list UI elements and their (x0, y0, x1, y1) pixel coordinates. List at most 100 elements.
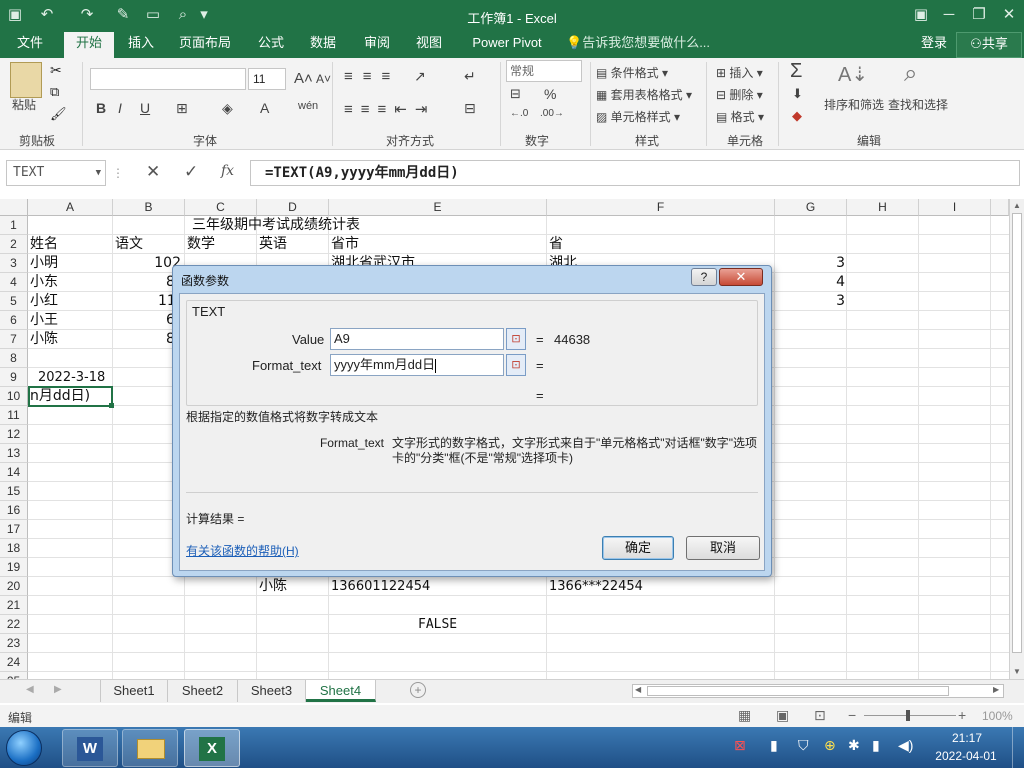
clear-icon[interactable]: ◆ (792, 108, 802, 124)
row-header[interactable]: 7 (0, 330, 28, 349)
normal-view-icon[interactable]: ▦ (738, 707, 751, 724)
cell-g3[interactable]: 3 (775, 254, 845, 273)
column-header-h[interactable]: H (847, 199, 919, 216)
border-icon[interactable]: ⊞ (176, 100, 188, 117)
delete-cells-button[interactable]: ⊟ 删除 ▾ (716, 86, 763, 103)
taskbar-word[interactable]: W (62, 729, 118, 767)
cancel-button[interactable]: 取消 (686, 536, 760, 560)
shield-icon[interactable]: ⛉ (798, 737, 809, 754)
merge-center-icon[interactable]: ⊟ (464, 100, 476, 117)
scroll-up-icon[interactable]: ▲ (1013, 201, 1021, 210)
shrink-font-icon[interactable]: A˅ (316, 72, 331, 86)
update-icon[interactable]: ⊕ (824, 737, 836, 754)
horizontal-align-icons[interactable]: ≡≡≡⇤⇥ (344, 100, 435, 118)
font-color-icon[interactable]: A (260, 100, 269, 116)
name-box-dropdown-icon[interactable]: ▼ (96, 161, 101, 185)
dialog-close-button[interactable]: ✕ (719, 268, 763, 286)
cell-c2[interactable]: 数学 (187, 235, 215, 254)
fill-icon[interactable]: ⬇ (792, 86, 803, 102)
paste-icon[interactable] (10, 62, 42, 98)
tab-insert[interactable]: 插入 (118, 32, 164, 58)
formula-input[interactable]: =TEXT(A9,yyyy年mm月dd日) (250, 160, 1020, 186)
cell-g4[interactable]: 4 (775, 273, 845, 292)
format-as-table-button[interactable]: ▦ 套用表格格式 ▾ (596, 86, 692, 103)
column-header-b[interactable]: B (113, 199, 185, 216)
row-header[interactable]: 10 (0, 387, 28, 406)
close-icon[interactable]: ✕ (998, 4, 1020, 26)
help-link[interactable]: 有关该函数的帮助(H) (186, 542, 299, 559)
cell-a7[interactable]: 小陈 (30, 330, 58, 349)
row-header[interactable]: 14 (0, 463, 28, 482)
cancel-entry-icon[interactable]: ✕ (146, 162, 160, 182)
name-box[interactable]: TEXT ▼ (6, 160, 106, 186)
ok-button[interactable]: 确定 (602, 536, 674, 560)
copy-icon[interactable]: ⧉ (50, 84, 59, 100)
increase-decimal-icon[interactable]: ←.0 (510, 108, 528, 119)
cell-a4[interactable]: 小东 (30, 273, 58, 292)
tab-data[interactable]: 数据 (300, 32, 346, 58)
row-header[interactable]: 8 (0, 349, 28, 368)
select-all-corner[interactable] (0, 199, 28, 216)
tab-file[interactable]: 文件 (0, 32, 60, 58)
row-header[interactable]: 19 (0, 558, 28, 577)
cell-a6[interactable]: 小王 (30, 311, 58, 330)
clock-date[interactable]: 2022-04-01 (928, 749, 1004, 763)
sort-filter-icon[interactable]: A⇣ (838, 62, 868, 87)
row-header[interactable]: 20 (0, 577, 28, 596)
column-header-e[interactable]: E (329, 199, 547, 216)
row-header[interactable]: 11 (0, 406, 28, 425)
column-header-a[interactable]: A (28, 199, 113, 216)
help-question-button[interactable]: ? (691, 268, 717, 286)
cell-g5[interactable]: 3 (775, 292, 845, 311)
row-header[interactable]: 1 (0, 216, 28, 235)
cell-d2[interactable]: 英语 (259, 235, 287, 254)
autosum-icon[interactable]: Σ (790, 60, 802, 83)
row-header[interactable]: 9 (0, 368, 28, 387)
find-select-icon[interactable]: ⌕ (904, 60, 917, 88)
row-header[interactable]: 12 (0, 425, 28, 444)
bold-button[interactable]: B (96, 100, 106, 116)
minimize-icon[interactable]: ─ (938, 4, 960, 26)
next-sheet-icon[interactable]: ▶ (54, 684, 62, 695)
share-button[interactable]: ⚇共享 (956, 32, 1022, 58)
tell-me-box[interactable]: 💡告诉我您想要做什么... (566, 32, 716, 58)
cell-a5[interactable]: 小红 (30, 292, 58, 311)
row-header[interactable]: 13 (0, 444, 28, 463)
zoom-in-icon[interactable]: + (958, 707, 966, 723)
column-header-c[interactable]: C (185, 199, 257, 216)
format-cells-button[interactable]: ▤ 格式 ▾ (716, 108, 764, 125)
new-sheet-icon[interactable]: + (410, 682, 426, 698)
ribbon-display-icon[interactable]: ▣ (910, 4, 932, 26)
cell-f20[interactable]: 1366***22454 (549, 577, 643, 596)
fill-color-icon[interactable]: ◈ (222, 100, 233, 117)
cut-icon[interactable]: ✂ (50, 62, 62, 79)
conditional-format-button[interactable]: ▤ 条件格式 ▾ (596, 64, 668, 81)
column-header-d[interactable]: D (257, 199, 329, 216)
row-header[interactable]: 5 (0, 292, 28, 311)
cell-a2[interactable]: 姓名 (30, 235, 58, 254)
font-size-box[interactable]: 11 (248, 68, 286, 90)
start-button[interactable] (6, 730, 42, 766)
percent-button[interactable]: % (544, 86, 556, 102)
row-header[interactable]: 24 (0, 653, 28, 672)
row-header[interactable]: 17 (0, 520, 28, 539)
cell-d20[interactable]: 小陈 (259, 577, 287, 596)
cell-title[interactable]: 三年级期中考试成绩统计表 (192, 216, 360, 235)
column-header-g[interactable]: G (775, 199, 847, 216)
sheet-tab-3[interactable]: Sheet3 (238, 680, 306, 702)
sheet-tab-1[interactable]: Sheet1 (100, 680, 168, 702)
vertical-align-icons[interactable]: ≡≡≡ (344, 68, 400, 85)
find-select-button[interactable]: 查找和选择 (888, 96, 948, 113)
scroll-down-icon[interactable]: ▼ (1013, 667, 1021, 676)
tab-power-pivot[interactable]: Power Pivot (462, 32, 552, 58)
cell-styles-button[interactable]: ▨ 单元格样式 ▾ (596, 108, 680, 125)
column-header-f[interactable]: F (547, 199, 775, 216)
row-header[interactable]: 3 (0, 254, 28, 273)
h-scrollbar-thumb[interactable] (647, 686, 949, 696)
range-select-icon[interactable]: ⊡ (506, 354, 526, 376)
cell-f2[interactable]: 省 (549, 235, 563, 254)
arg1-input[interactable]: A9 (330, 328, 504, 350)
row-header[interactable]: 22 (0, 615, 28, 634)
tab-page-layout[interactable]: 页面布局 (170, 32, 240, 58)
column-header-more[interactable] (991, 199, 1009, 216)
